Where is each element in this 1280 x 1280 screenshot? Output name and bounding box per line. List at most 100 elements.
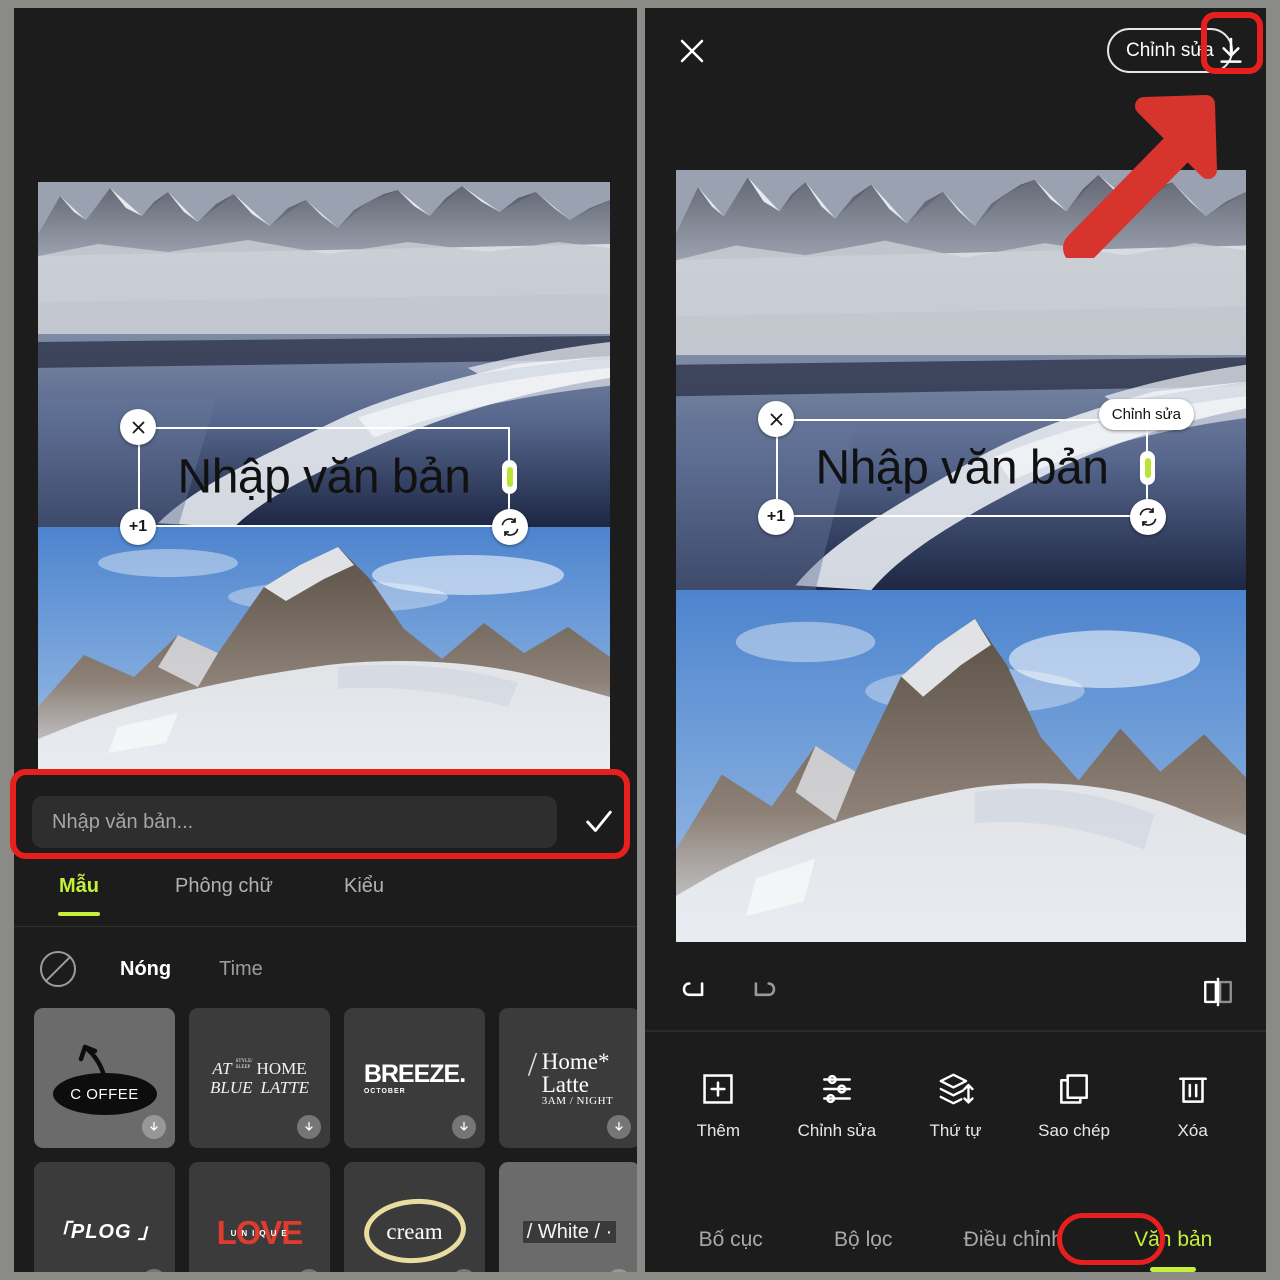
blue-latte-line2b: LATTE	[260, 1078, 309, 1097]
tab-mau[interactable]: Mẫu	[14, 874, 144, 916]
template-card-white[interactable]: / White / ·	[499, 1162, 637, 1272]
sliders-icon	[822, 1074, 851, 1104]
category-nong[interactable]: Nóng	[120, 958, 171, 981]
layer-tool-row: Thêm Chỉnh sửa Thứ tự Sao chép Xóa	[645, 1070, 1266, 1180]
toolbar-divider	[645, 1030, 1266, 1032]
tab-phong-chu-label: Phông chữ	[175, 874, 273, 897]
mountain-ridge-svg	[676, 170, 1246, 368]
category-row: Nóng Time	[14, 943, 637, 995]
text-close-handle[interactable]	[120, 409, 156, 445]
nav-dieu-chinh[interactable]: Điều chỉnh	[956, 1224, 1071, 1256]
tab-mau-label: Mẫu	[59, 874, 99, 897]
blue-latte-tiny1: STYLE/	[235, 1058, 253, 1064]
text-resize-pill[interactable]	[502, 460, 517, 494]
template-card-plog[interactable]: 「PLOG 」	[34, 1162, 175, 1272]
home-latte-sub: 3AM / NIGHT	[541, 1094, 614, 1107]
redo-button[interactable]	[735, 964, 791, 1020]
download-button[interactable]	[1208, 28, 1254, 74]
text-overlay-label: Nhập văn bản	[815, 441, 1109, 495]
plog-label: 「PLOG 」	[49, 1221, 160, 1243]
download-icon[interactable]	[452, 1115, 476, 1139]
home-latte-art: / Home* Latte 3AM / NIGHT	[526, 1047, 614, 1107]
edit-tooltip[interactable]: Chỉnh sửa	[1098, 399, 1194, 430]
download-icon[interactable]	[607, 1115, 631, 1139]
text-input[interactable]	[32, 796, 557, 848]
mirror-icon	[1204, 977, 1232, 1007]
text-close-handle[interactable]	[758, 401, 794, 437]
photo-canvas-left[interactable]: Nhập văn bản +1	[38, 182, 610, 771]
template-card-home-latte[interactable]: / Home* Latte 3AM / NIGHT	[499, 1008, 637, 1148]
right-screen-panel: Chỉnh sửa Nhập văn bản +1 Chỉnh sửa Thêm…	[645, 8, 1266, 1272]
text-add-layer-handle[interactable]: +1	[120, 509, 156, 545]
category-time[interactable]: Time	[219, 958, 263, 981]
download-icon[interactable]	[142, 1269, 166, 1272]
add-layer-label: +1	[128, 518, 148, 535]
template-card-coffee[interactable]: C OFFEE	[34, 1008, 175, 1148]
text-overlay-label: Nhập văn bản	[177, 450, 471, 504]
undo-icon	[682, 982, 704, 997]
home-latte-line2: Latte	[541, 1071, 589, 1097]
tab-divider	[14, 926, 637, 927]
layers-order-icon	[940, 1073, 975, 1105]
download-icon[interactable]	[297, 1115, 321, 1139]
text-add-layer-handle[interactable]: +1	[758, 499, 794, 535]
snow-peak-svg	[676, 590, 1246, 942]
nav-bo-cuc[interactable]: Bố cục	[691, 1224, 771, 1256]
text-overlay-box-left[interactable]: Nhập văn bản +1	[120, 409, 528, 545]
tool-chinh-sua[interactable]: Chỉnh sửa	[782, 1070, 892, 1141]
photo-canvas-right[interactable]: Nhập văn bản +1 Chỉnh sửa	[676, 170, 1246, 942]
tool-xoa[interactable]: Xóa	[1138, 1070, 1248, 1141]
confirm-button[interactable]	[567, 796, 631, 848]
blue-latte-art: AT STYLE/ SLEEP HOME BLUE LATTE	[210, 1059, 309, 1097]
nav-active-underline	[1150, 1267, 1197, 1272]
photo-lower-scene	[38, 527, 610, 771]
breeze-sub: OCTOBER	[363, 1087, 406, 1095]
rotate-icon[interactable]	[492, 509, 528, 545]
template-card-breeze[interactable]: BREEZE. OCTOBER	[344, 1008, 485, 1148]
photo-lower-scene	[676, 590, 1246, 942]
mirror-button[interactable]	[1190, 964, 1246, 1020]
tool-thu-tu[interactable]: Thứ tự	[900, 1070, 1010, 1141]
bottom-nav: Bố cục Bộ lọc Điều chỉnh Văn bản	[645, 1208, 1266, 1272]
trash-icon	[1178, 1077, 1207, 1103]
screenshot-root: Nhập văn bản +1 Nhập văn bản... Mẫu Phôn…	[0, 0, 1280, 1280]
mountain-ridge-svg	[38, 182, 610, 345]
love-art: LOVE UNIQUE	[217, 1216, 304, 1249]
tab-kieu-label: Kiểu	[343, 874, 385, 897]
download-icon[interactable]	[297, 1269, 321, 1272]
blue-latte-line1b: HOME	[256, 1058, 307, 1078]
download-icon	[1220, 37, 1242, 63]
tool-thu-tu-label: Thứ tự	[929, 1121, 982, 1140]
undo-button[interactable]	[667, 964, 723, 1020]
nav-van-ban[interactable]: Văn bản	[1126, 1224, 1220, 1272]
tool-sao-chep[interactable]: Sao chép	[1019, 1070, 1129, 1141]
tool-chinh-sua-label: Chỉnh sửa	[797, 1121, 877, 1140]
tab-active-underline	[58, 911, 100, 916]
history-bar	[645, 956, 1266, 1028]
home-latte-line1: Home*	[541, 1048, 610, 1074]
tool-xoa-label: Xóa	[1177, 1121, 1208, 1140]
nav-van-ban-label: Văn bản	[1134, 1228, 1213, 1251]
text-overlay-box-right[interactable]: Nhập văn bản +1 Chỉnh sửa	[758, 399, 1194, 535]
download-icon[interactable]	[607, 1269, 631, 1272]
cream-label: cream	[386, 1219, 443, 1244]
text-input-bar	[14, 785, 637, 859]
text-resize-pill[interactable]	[1140, 451, 1155, 485]
template-card-blue-latte[interactable]: AT STYLE/ SLEEP HOME BLUE LATTE	[189, 1008, 330, 1148]
download-icon[interactable]	[142, 1115, 166, 1139]
close-button[interactable]	[671, 30, 713, 72]
snow-peak-svg	[38, 527, 610, 771]
none-icon[interactable]	[40, 951, 76, 987]
template-card-love[interactable]: LOVE UNIQUE	[189, 1162, 330, 1272]
redo-icon	[754, 982, 776, 997]
template-card-cream[interactable]: cream	[344, 1162, 485, 1272]
template-grid: C OFFEE AT STYLE/ SLEEP HOME BLUE LATTE …	[34, 1008, 637, 1272]
rotate-icon[interactable]	[1130, 499, 1166, 535]
tool-them[interactable]: Thêm	[663, 1070, 773, 1141]
coffee-art: C OFFEE	[47, 1033, 163, 1123]
tab-kieu[interactable]: Kiểu	[304, 875, 424, 910]
add-layer-label: +1	[766, 508, 786, 525]
tool-them-label: Thêm	[696, 1121, 741, 1140]
tab-phong-chu[interactable]: Phông chữ	[144, 875, 304, 910]
nav-bo-loc[interactable]: Bộ lọc	[826, 1224, 900, 1256]
